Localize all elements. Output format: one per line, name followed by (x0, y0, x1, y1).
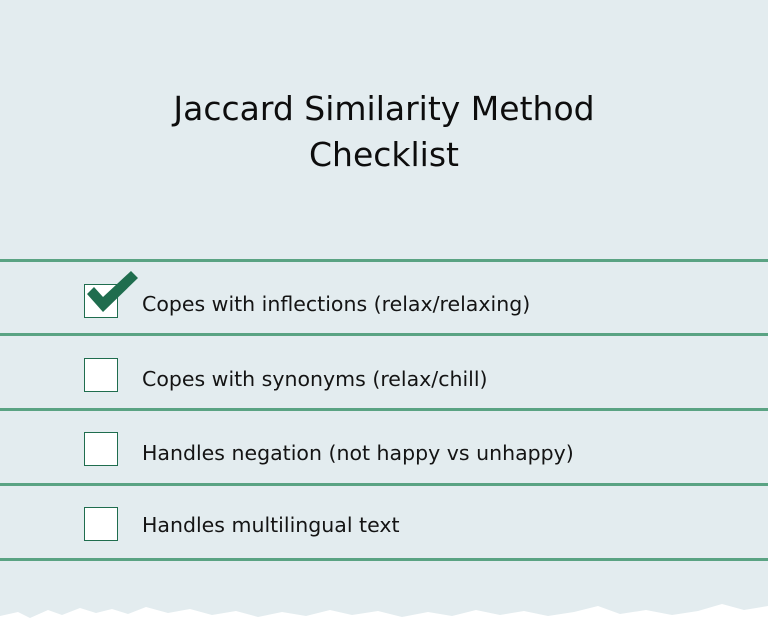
title-line-2: Checklist (309, 135, 459, 174)
checklist-page: Jaccard Similarity Method Checklist Cope… (0, 0, 768, 634)
checklist-item: Copes with synonyms (relax/chill) (0, 336, 768, 408)
torn-paper-edge (0, 604, 768, 634)
checklist-item: Copes with inflections (relax/relaxing) (0, 262, 768, 334)
checklist-item: Handles negation (not happy vs unhappy) (0, 411, 768, 483)
checklist-item-label: Handles multilingual text (142, 513, 400, 537)
checkbox[interactable] (84, 507, 118, 541)
checkbox[interactable] (84, 358, 118, 392)
checklist-item: Handles multilingual text (0, 486, 768, 558)
checklist-item-label: Copes with inflections (relax/relaxing) (142, 292, 531, 316)
page-title: Jaccard Similarity Method Checklist (0, 86, 768, 178)
divider-line (0, 558, 768, 561)
check-mark-icon (87, 271, 138, 312)
checklist-item-label: Handles negation (not happy vs unhappy) (142, 441, 574, 465)
checkbox[interactable] (84, 432, 118, 466)
title-line-1: Jaccard Similarity Method (173, 89, 595, 128)
checklist-item-label: Copes with synonyms (relax/chill) (142, 367, 488, 391)
